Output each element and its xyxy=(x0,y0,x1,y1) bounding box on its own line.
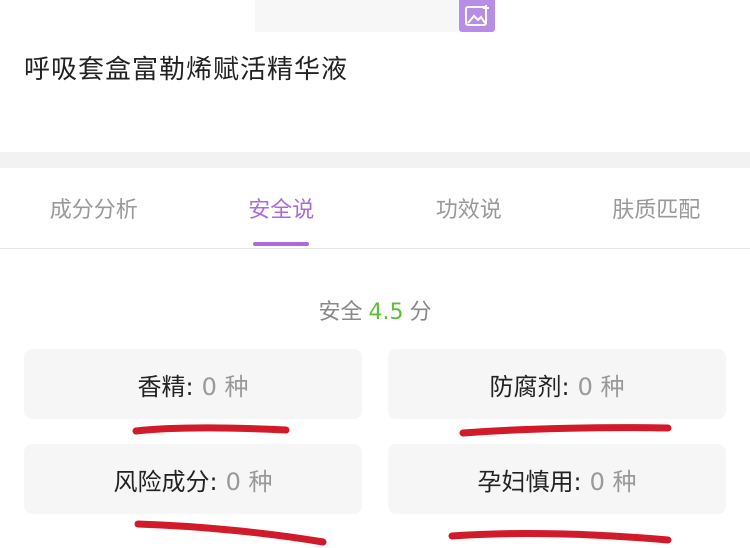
card-count: 0 种 xyxy=(201,372,249,401)
card-count: 0 种 xyxy=(577,372,625,401)
section-divider xyxy=(0,152,750,168)
card-label: 孕妇慎用: xyxy=(477,467,582,496)
card-pregnancy-caution[interactable]: 孕妇慎用: 0 种 xyxy=(388,444,726,514)
tab-efficacy[interactable]: 功效说 xyxy=(375,168,563,248)
image-add-icon[interactable] xyxy=(459,0,495,32)
card-risk-ingredients[interactable]: 风险成分: 0 种 xyxy=(24,444,362,514)
safety-suffix: 分 xyxy=(409,300,432,325)
tab-ingredient-analysis[interactable]: 成分分析 xyxy=(0,168,188,248)
card-count: 0 种 xyxy=(225,467,273,496)
top-strip xyxy=(255,0,460,32)
card-count: 0 种 xyxy=(589,467,637,496)
product-title: 呼吸套盒富勒烯赋活精华液 xyxy=(24,55,349,85)
card-fragrance[interactable]: 香精: 0 种 xyxy=(24,349,362,419)
red-underline-4 xyxy=(448,529,672,544)
tab-skin-match[interactable]: 肤质匹配 xyxy=(563,168,750,248)
safety-score: 4.5 xyxy=(368,300,404,325)
red-underline-2 xyxy=(459,424,672,437)
card-preservative[interactable]: 防腐剂: 0 种 xyxy=(388,349,726,419)
safety-prefix: 安全 xyxy=(318,300,363,325)
tab-safety[interactable]: 安全说 xyxy=(188,168,376,248)
safety-score-line: 安全 4.5 分 xyxy=(0,294,750,326)
red-underline-1 xyxy=(132,424,290,435)
red-underline-3 xyxy=(134,520,327,546)
card-label: 防腐剂: xyxy=(489,372,570,401)
card-label: 香精: xyxy=(137,372,194,401)
tab-bar: 成分分析 安全说 功效说 肤质匹配 xyxy=(0,168,750,249)
card-label: 风险成分: xyxy=(113,467,218,496)
